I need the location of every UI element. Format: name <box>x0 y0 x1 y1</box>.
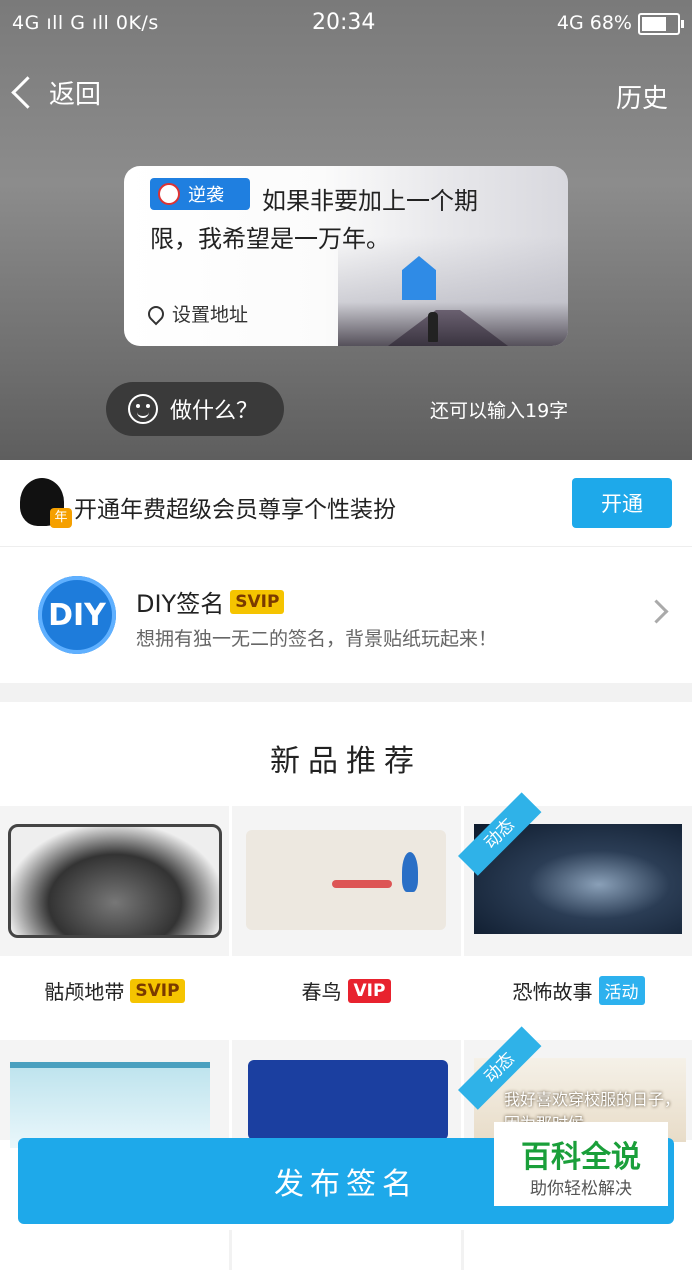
theme-tile[interactable]: 骷颅地带 SVIP <box>0 806 229 1036</box>
tile-label: 恐怖故事 活动 <box>464 976 692 1005</box>
tile-name: 春鸟 <box>301 980 342 1004</box>
theme-thumbnail <box>0 1040 229 1148</box>
status-bar: 4G ıll G ıll 0K/s 20:34 4G 68% <box>0 0 692 46</box>
theme-tile[interactable]: 动态 恐怖故事 活动 <box>458 792 692 1036</box>
battery-icon <box>638 13 684 35</box>
remaining-chars: 还可以输入19字 <box>430 400 569 422</box>
diy-title: DIY签名 SVIP <box>136 584 285 619</box>
svip-badge: SVIP <box>130 978 185 1003</box>
theme-tile[interactable]: 春鸟 VIP <box>232 806 461 1036</box>
activity-badge: 活动 <box>598 976 645 1005</box>
promo-text: 开通年费超级会员尊享个性装扮 <box>74 497 396 523</box>
tile-name: 骷颅地带 <box>44 980 125 1004</box>
signature-text-line2[interactable]: 限，我希望是一万年。 <box>150 220 550 258</box>
theme-thumbnail <box>232 1040 461 1140</box>
set-location-button[interactable]: 设置地址 <box>144 300 249 327</box>
location-pin-icon <box>144 302 168 325</box>
battery-status: 4G 68% <box>556 12 632 34</box>
back-button[interactable]: 返回 <box>11 74 102 111</box>
status-time: 20:34 <box>312 10 376 35</box>
tile-label: 骷颅地带 SVIP <box>0 976 229 1005</box>
theme-thumbnail <box>0 806 229 956</box>
signature-text-line1[interactable]: 如果非要加上一个期 <box>262 182 552 220</box>
mood-badge-label: 逆袭 <box>188 185 224 206</box>
svip-badge: SVIP <box>230 589 285 614</box>
network-status: 4G ıll G ıll 0K/s <box>12 12 159 34</box>
watermark: 百科全说 助你轻松解决 <box>494 1122 668 1206</box>
avatar-icon <box>158 183 180 205</box>
smiley-icon <box>128 394 158 424</box>
open-vip-button[interactable]: 开通 <box>572 478 672 528</box>
mood-badge[interactable]: 逆袭 <box>150 178 250 210</box>
doing-label: 做什么？ <box>170 399 259 424</box>
diy-subtitle: 想拥有独一无二的签名，背景贴纸玩起来！ <box>136 628 498 650</box>
tile-label: 春鸟 VIP <box>232 976 461 1005</box>
back-arrow-icon <box>11 76 44 109</box>
tile-name: 恐怖故事 <box>512 980 593 1004</box>
theme-thumbnail <box>232 806 461 956</box>
section-title: 新品推荐 <box>270 744 422 779</box>
diy-title-text: DIY签名 <box>136 590 225 618</box>
figure-image <box>428 312 438 342</box>
watermark-title: 百科全说 <box>521 1140 641 1175</box>
vip-badge: VIP <box>347 978 392 1003</box>
history-button[interactable]: 历史 <box>616 78 668 115</box>
qq-penguin-icon <box>20 478 72 528</box>
location-label: 设置地址 <box>172 304 249 326</box>
diy-logo-icon: DIY <box>38 576 116 654</box>
doing-button[interactable]: 做什么？ <box>106 382 284 436</box>
back-label: 返回 <box>49 80 102 110</box>
watermark-subtitle: 助你轻松解决 <box>530 1179 632 1199</box>
